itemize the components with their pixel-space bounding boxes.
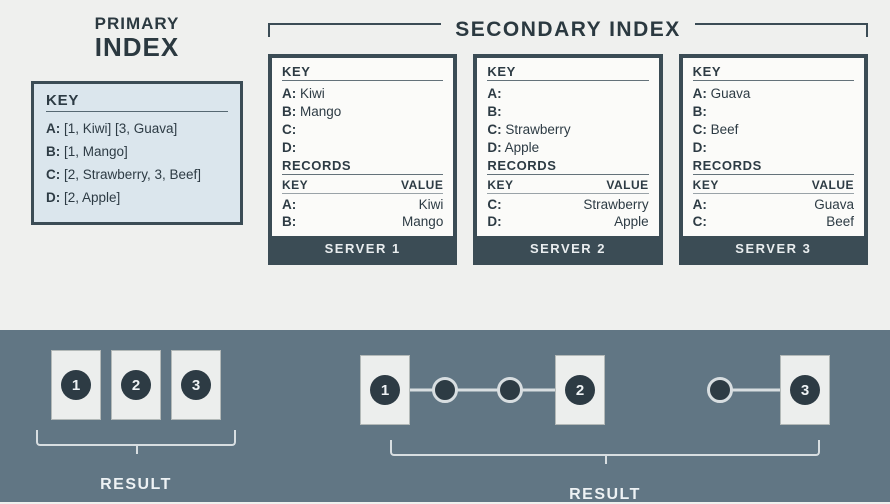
server-key-row: C: Strawberry <box>487 120 648 138</box>
flow-node-icon <box>707 377 733 403</box>
result-card: 3 <box>780 355 830 425</box>
server-key-row: D: <box>282 138 443 156</box>
server-key-row: A: Guava <box>693 84 854 102</box>
server-name-footer: SERVER 3 <box>683 236 864 261</box>
server-key-heading: KEY <box>282 64 443 81</box>
server-name-footer: SERVER 1 <box>272 236 453 261</box>
record-row: C:Beef <box>693 213 854 230</box>
server-box: KEY A: GuavaB: C: BeefD: RECORDS KEYVALUE A… <box>679 54 868 265</box>
flow-node-icon <box>497 377 523 403</box>
result-right-group: 1 2 3 RESULT <box>350 350 860 504</box>
result-left-label: RESULT <box>36 476 236 494</box>
result-card: 3 <box>171 350 221 420</box>
result-card: 1 <box>360 355 410 425</box>
server-records-heading: RECORDS <box>487 158 648 175</box>
primary-title-2: INDEX <box>95 32 179 63</box>
server-key-row: A: <box>487 84 648 102</box>
records-column-header: KEYVALUE <box>693 178 854 194</box>
server-key-row: B: <box>693 102 854 120</box>
record-row: D:Apple <box>487 213 648 230</box>
result-number-badge: 3 <box>790 375 820 405</box>
bracket-down-icon <box>36 424 236 446</box>
record-row: A:Kiwi <box>282 196 443 213</box>
server-key-row: C: Beef <box>693 120 854 138</box>
result-card: 2 <box>111 350 161 420</box>
secondary-title-bracket: SECONDARY INDEX <box>268 18 868 42</box>
bracket-right-icon <box>695 23 868 37</box>
primary-key-row: B: [1, Mango] <box>46 141 228 162</box>
server-box: KEY A: KiwiB: MangoC: D: RECORDS KEYVALUE A… <box>268 54 457 265</box>
bracket-left-icon <box>268 23 441 37</box>
result-left-group: 123 RESULT <box>36 350 236 494</box>
server-key-row: B: <box>487 102 648 120</box>
server-key-row: D: Apple <box>487 138 648 156</box>
server-key-row: B: Mango <box>282 102 443 120</box>
result-right-label: RESULT <box>350 486 860 504</box>
server-records-heading: RECORDS <box>282 158 443 175</box>
result-card: 2 <box>555 355 605 425</box>
records-column-header: KEYVALUE <box>282 178 443 194</box>
result-number-badge: 2 <box>565 375 595 405</box>
records-column-header: KEYVALUE <box>487 178 648 194</box>
server-box: KEY A: B: C: StrawberryD: Apple RECORDS KEY… <box>473 54 662 265</box>
result-band: 123 RESULT 1 2 3 <box>0 330 890 502</box>
primary-index-column: PRIMARY INDEX KEY A: [1, Kiwi] [3, Guava… <box>22 14 252 265</box>
server-records-heading: RECORDS <box>693 158 854 175</box>
server-name-footer: SERVER 2 <box>477 236 658 261</box>
primary-key-row: A: [1, Kiwi] [3, Guava] <box>46 118 228 139</box>
server-key-heading: KEY <box>487 64 648 81</box>
result-number-badge: 3 <box>181 370 211 400</box>
secondary-title: SECONDARY INDEX <box>451 18 685 42</box>
primary-key-row: C: [2, Strawberry, 3, Beef] <box>46 164 228 185</box>
primary-key-row: D: [2, Apple] <box>46 187 228 208</box>
result-number-badge: 1 <box>370 375 400 405</box>
result-number-badge: 1 <box>61 370 91 400</box>
record-row: A:Guava <box>693 196 854 213</box>
server-key-heading: KEY <box>693 64 854 81</box>
server-key-row: D: <box>693 138 854 156</box>
server-key-row: A: Kiwi <box>282 84 443 102</box>
record-row: C:Strawberry <box>487 196 648 213</box>
result-card: 1 <box>51 350 101 420</box>
flow-node-icon <box>432 377 458 403</box>
server-key-row: C: <box>282 120 443 138</box>
result-flow-diagram: 1 2 3 <box>350 350 860 430</box>
bracket-down-icon <box>390 434 820 456</box>
secondary-index-column: SECONDARY INDEX KEY A: KiwiB: MangoC: D: … <box>268 14 868 265</box>
record-row: B:Mango <box>282 213 443 230</box>
primary-key-heading: KEY <box>46 92 228 112</box>
result-number-badge: 2 <box>121 370 151 400</box>
primary-title-1: PRIMARY <box>95 14 180 34</box>
primary-index-box: KEY A: [1, Kiwi] [3, Guava]B: [1, Mango]… <box>31 81 243 225</box>
